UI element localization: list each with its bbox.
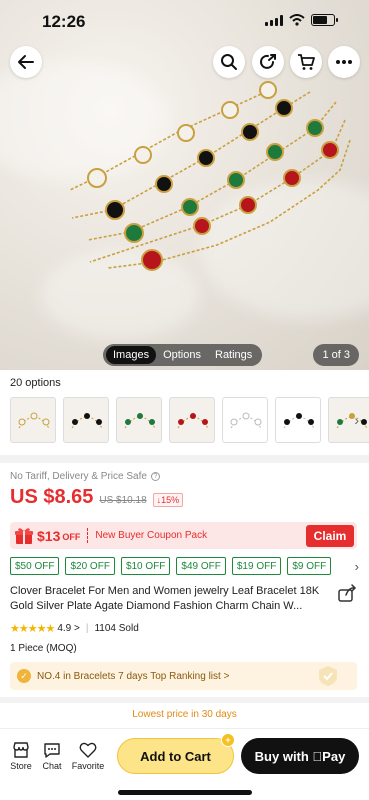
favorite-button[interactable]: Favorite: [70, 741, 106, 771]
claim-button[interactable]: Claim: [306, 524, 354, 547]
option-thumb[interactable]: [10, 397, 56, 443]
option-thumbnails: [10, 397, 369, 445]
share-screenshot-icon[interactable]: [337, 584, 357, 604]
status-time: 12:26: [42, 12, 86, 31]
product-image[interactable]: 12:26 Images Options Ratings 1 of 3: [0, 0, 369, 370]
original-price: US $10.18: [99, 495, 147, 506]
gallery-tabs: Images Options Ratings: [103, 344, 263, 366]
gift-icon: [15, 527, 33, 544]
option-thumb[interactable]: [169, 397, 215, 443]
separator: |: [85, 623, 89, 634]
store-icon: [13, 742, 29, 758]
chips-chevron-right-icon[interactable]: ›: [355, 559, 359, 574]
coupon-banner[interactable]: $13 OFF New Buyer Coupon Pack Claim: [10, 522, 357, 549]
add-to-cart-label: Add to Cart: [140, 748, 211, 764]
coupon-separator: [87, 528, 89, 543]
option-thumb[interactable]: [63, 397, 109, 443]
buy-label: Buy with Pay: [255, 748, 346, 764]
more-icon: [336, 60, 352, 64]
info-icon: ?: [150, 472, 160, 481]
search-icon: [221, 54, 237, 70]
chat-icon: [44, 743, 60, 758]
cellular-signal-icon: [265, 14, 283, 26]
back-arrow-icon: [18, 55, 34, 69]
buy-with-apple-pay-button[interactable]: Buy with Pay: [241, 738, 359, 774]
chat-button[interactable]: Chat: [34, 741, 70, 771]
cart-icon: [298, 54, 315, 70]
option-thumb[interactable]: [328, 397, 369, 443]
discount-chip[interactable]: $9 OFF: [287, 557, 332, 575]
add-to-cart-button[interactable]: Add to Cart +: [117, 733, 235, 774]
battery-icon: [311, 14, 338, 26]
more-button[interactable]: [328, 46, 360, 78]
option-thumb[interactable]: [116, 397, 162, 443]
discount-chip[interactable]: $50 OFF: [10, 557, 60, 575]
store-label: Store: [10, 761, 32, 771]
option-thumb[interactable]: [275, 397, 321, 443]
search-button[interactable]: [213, 46, 245, 78]
safe-text: No Tariff, Delivery & Price Safe: [10, 471, 147, 482]
back-button[interactable]: [10, 46, 42, 78]
star-rating-icon: ★★★★★: [10, 623, 55, 635]
options-count: 20 options: [10, 377, 61, 389]
favorite-label: Favorite: [71, 761, 105, 771]
discount-chip[interactable]: $20 OFF: [65, 557, 115, 575]
rating-value: 4.9 >: [57, 623, 80, 634]
discount-chip[interactable]: $19 OFF: [231, 557, 282, 575]
chat-label: Chat: [42, 761, 62, 771]
status-bar: 12:26: [0, 0, 369, 44]
tab-images[interactable]: Images: [106, 346, 157, 364]
divider: [0, 455, 369, 463]
cart-button[interactable]: [290, 46, 322, 78]
bottom-action-bar: Store Chat Favorite Add to Cart + Buy wi…: [0, 728, 369, 800]
discount-chips: $50 OFF $20 OFF $10 OFF $49 OFF $19 OFF …: [10, 557, 332, 575]
share-button[interactable]: [252, 46, 284, 78]
coupon-amount: $13: [37, 527, 61, 544]
image-counter: 1 of 3: [313, 344, 359, 366]
moq-text: 1 Piece (MOQ): [10, 643, 77, 654]
options-chevron-right-icon[interactable]: ›: [354, 412, 359, 428]
discount-chip[interactable]: $49 OFF: [176, 557, 226, 575]
product-title: Clover Bracelet For Men and Women jewelr…: [10, 585, 320, 612]
current-price: US $8.65: [10, 486, 94, 508]
tab-options[interactable]: Options: [156, 346, 208, 364]
discount-chip[interactable]: $10 OFF: [120, 557, 171, 575]
tab-ratings[interactable]: Ratings: [208, 346, 259, 364]
coupon-off: OFF: [62, 532, 81, 542]
home-indicator: [118, 790, 252, 795]
lowest-price-note: Lowest price in 30 days: [132, 709, 237, 720]
price-row: US $8.65 US $10.18 ↓15%: [10, 486, 184, 509]
heart-icon: [79, 742, 97, 758]
rating-row[interactable]: ★★★★★ 4.9 > | 1104 Sold: [10, 622, 139, 635]
ranking-banner[interactable]: ✓ NO.4 in Bracelets 7 days Top Ranking l…: [10, 662, 357, 690]
red-clover-row: [141, 141, 339, 271]
medal-icon: ✓: [17, 669, 31, 683]
option-thumb[interactable]: [222, 397, 268, 443]
sold-count: 1104 Sold: [94, 623, 139, 634]
ranking-text: NO.4 in Bracelets 7 days Top Ranking lis…: [37, 670, 230, 682]
coupon-text: New Buyer Coupon Pack: [95, 530, 208, 541]
divider: [0, 697, 369, 703]
discount-badge: ↓15%: [152, 493, 184, 507]
ranking-badge-icon: [319, 666, 337, 686]
cart-badge: +: [221, 733, 235, 747]
share-icon: [260, 54, 276, 69]
delivery-safe-note[interactable]: No Tariff, Delivery & Price Safe ?: [10, 471, 160, 482]
wifi-icon: [289, 14, 305, 26]
